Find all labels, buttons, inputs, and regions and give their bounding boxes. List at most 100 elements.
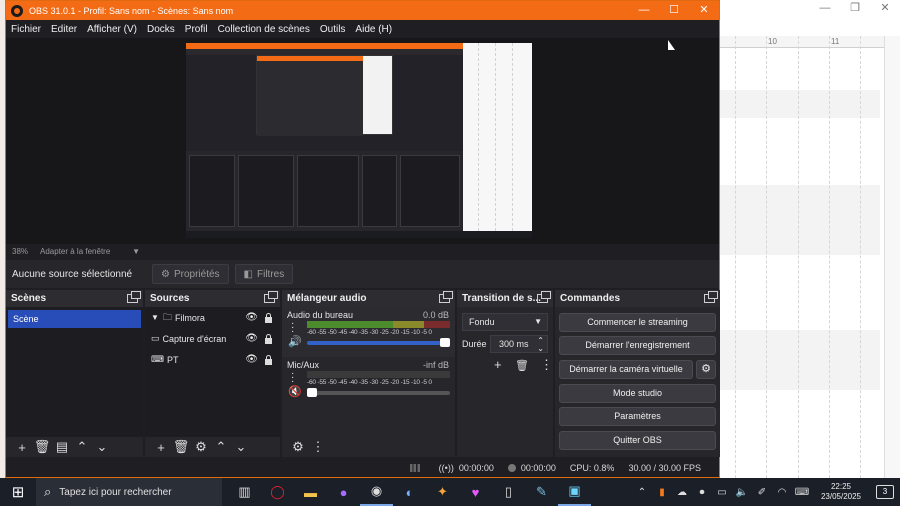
properties-button[interactable]: ⚙ Propriétés bbox=[152, 264, 229, 284]
close-icon[interactable]: ✕ bbox=[870, 0, 900, 18]
visibility-eye-icon[interactable]: 👁 bbox=[245, 333, 258, 344]
advanced-audio-gear-icon[interactable]: ⚙ bbox=[288, 439, 308, 455]
undock-icon[interactable] bbox=[264, 291, 278, 303]
muted-speaker-icon[interactable]: 🔇 bbox=[288, 385, 302, 398]
minimize-icon[interactable]: — bbox=[629, 1, 659, 20]
game-icon[interactable]: ✦ bbox=[426, 478, 459, 506]
preview-area[interactable] bbox=[6, 38, 719, 244]
tray-app-icon[interactable]: ▮ bbox=[652, 487, 672, 498]
fit-mode-select[interactable]: Adapter à la fenêtre ▼ bbox=[40, 247, 140, 256]
menu-scene-collection[interactable]: Collection de scènes bbox=[218, 24, 310, 35]
filmora-icon[interactable]: ▣ bbox=[558, 478, 591, 506]
visibility-eye-icon[interactable]: 👁 bbox=[245, 354, 258, 365]
tray-onedrive-icon[interactable]: ☁ bbox=[672, 487, 692, 498]
studio-mode-button[interactable]: Mode studio bbox=[559, 384, 716, 403]
move-up-icon[interactable]: ⌃ bbox=[211, 439, 231, 455]
start-streaming-button[interactable]: Commencer le streaming bbox=[559, 313, 716, 332]
menu-outils[interactable]: Outils bbox=[320, 24, 346, 35]
tray-chevron-up-icon[interactable]: ⌃ bbox=[632, 487, 652, 498]
background-spreadsheet-window[interactable]: — ❐ ✕ 10 11 bbox=[720, 0, 900, 478]
restore-icon[interactable]: ❐ bbox=[840, 0, 870, 18]
move-up-icon[interactable]: ⌃ bbox=[72, 439, 92, 455]
audio-mixer-dock: Mélangeur audio Audio du bureau 0.0 dB ·… bbox=[282, 290, 455, 457]
mixer-menu-icon[interactable]: ⋮ bbox=[308, 439, 328, 455]
source-toolbar: Aucune source sélectionné ⚙ Propriétés ◧… bbox=[6, 260, 719, 288]
obs-title-bar[interactable]: OBS 31.0.1 - Profil: Sans nom - Scènes: … bbox=[6, 1, 719, 20]
source-item-screen-capture[interactable]: ▭ Capture d'écran 👁 bbox=[145, 328, 280, 349]
volume-fader-handle[interactable] bbox=[440, 338, 450, 347]
settings-button[interactable]: Paramètres bbox=[559, 407, 716, 426]
tray-battery-icon[interactable]: ▭ bbox=[712, 487, 732, 498]
menu-afficher[interactable]: Afficher (V) bbox=[87, 24, 137, 35]
transition-menu-icon[interactable]: ⋮ bbox=[540, 357, 553, 373]
undock-icon[interactable] bbox=[704, 291, 718, 303]
volume-fader[interactable] bbox=[307, 391, 450, 395]
file-explorer-icon[interactable]: ▬ bbox=[294, 478, 327, 506]
duration-input[interactable]: 300 ms ⌃ ⌄ bbox=[490, 335, 548, 353]
scene-item[interactable]: Scène bbox=[8, 310, 141, 328]
tray-wifi-icon[interactable]: ◠ bbox=[772, 487, 792, 498]
menu-profil[interactable]: Profil bbox=[185, 24, 208, 35]
volume-fader-handle[interactable] bbox=[307, 388, 317, 397]
source-item-pt[interactable]: ⌨ PT 👁 bbox=[145, 349, 280, 370]
add-source-icon[interactable]: + bbox=[151, 440, 171, 455]
tray-keyboard-icon[interactable]: ⌨ bbox=[792, 487, 812, 498]
add-transition-icon[interactable]: + bbox=[494, 357, 502, 372]
start-virtual-camera-button[interactable]: Démarrer la caméra virtuelle bbox=[559, 360, 693, 379]
menu-docks[interactable]: Docks bbox=[147, 24, 175, 35]
messenger-icon[interactable]: ● bbox=[327, 478, 360, 506]
channel-menu-icon[interactable]: · · · bbox=[291, 319, 294, 337]
maximize-icon[interactable]: ☐ bbox=[659, 1, 689, 20]
lock-icon[interactable] bbox=[265, 313, 272, 323]
delete-source-icon[interactable]: 🗑 bbox=[171, 439, 191, 455]
move-down-icon[interactable]: ⌄ bbox=[231, 439, 251, 455]
delete-scene-icon[interactable]: 🗑 bbox=[32, 439, 52, 455]
volume-fader[interactable] bbox=[307, 341, 450, 345]
sheet-vertical-scrollbar[interactable] bbox=[884, 36, 900, 478]
add-scene-icon[interactable]: + bbox=[12, 440, 32, 455]
undock-icon[interactable] bbox=[439, 291, 453, 303]
virtual-camera-gear-icon[interactable]: ⚙ bbox=[696, 360, 716, 379]
steam-icon[interactable]: ◐ bbox=[393, 478, 426, 506]
lock-icon[interactable] bbox=[265, 355, 272, 365]
source-settings-gear-icon[interactable]: ⚙ bbox=[191, 439, 211, 455]
minimize-icon[interactable]: — bbox=[810, 0, 840, 18]
opera-icon[interactable]: ◯ bbox=[261, 478, 294, 506]
menu-editer[interactable]: Editer bbox=[51, 24, 77, 35]
menu-fichier[interactable]: Fichier bbox=[11, 24, 41, 35]
quit-obs-button[interactable]: Quitter OBS bbox=[559, 431, 716, 450]
heart-app-icon[interactable]: ♥ bbox=[459, 478, 492, 506]
notification-center-icon[interactable]: 3 bbox=[876, 485, 894, 499]
obs-taskbar-icon[interactable]: ◉ bbox=[360, 478, 393, 506]
undock-icon[interactable] bbox=[127, 291, 141, 303]
undock-icon[interactable] bbox=[537, 291, 551, 303]
paint-icon[interactable]: ✎ bbox=[525, 478, 558, 506]
task-view-icon[interactable]: ▥ bbox=[228, 478, 261, 506]
visibility-eye-icon[interactable]: 👁 bbox=[245, 312, 258, 323]
obs-window[interactable]: OBS 31.0.1 - Profil: Sans nom - Scènes: … bbox=[5, 0, 720, 478]
speaker-icon[interactable]: 🔊 bbox=[288, 335, 302, 348]
tray-mic-icon[interactable]: ⏺ bbox=[692, 487, 712, 498]
taskbar-clock[interactable]: 22:25 23/05/2025 bbox=[812, 482, 870, 502]
tray-pen-icon[interactable]: ✐ bbox=[752, 487, 772, 498]
windows-start-icon[interactable]: ⊞ bbox=[0, 483, 36, 501]
menu-aide[interactable]: Aide (H) bbox=[355, 24, 392, 35]
expand-chevron-icon[interactable]: ▼ bbox=[151, 313, 159, 322]
filter-icon: ◧ bbox=[243, 268, 253, 280]
move-down-icon[interactable]: ⌄ bbox=[92, 439, 112, 455]
taskbar-search-box[interactable]: ⌕ Tapez ici pour rechercher bbox=[36, 478, 222, 506]
delete-transition-icon[interactable]: 🗑 bbox=[515, 359, 529, 372]
channel-menu-icon[interactable]: · · · bbox=[291, 369, 294, 387]
tray-volume-icon[interactable]: 🔈 bbox=[732, 487, 752, 498]
close-icon[interactable]: ✕ bbox=[689, 1, 719, 20]
preview-canvas[interactable] bbox=[186, 43, 532, 238]
lock-icon[interactable] bbox=[265, 334, 272, 344]
record-status: 00:00:00 bbox=[507, 463, 556, 473]
transition-type-select[interactable]: Fondu ▼ bbox=[462, 313, 548, 331]
source-item-filmora[interactable]: ▼ 🗀 Filmora 👁 bbox=[145, 307, 280, 328]
filters-button[interactable]: ◧ Filtres bbox=[234, 264, 294, 284]
document-icon[interactable]: ▯ bbox=[492, 478, 525, 506]
scene-filters-icon[interactable]: ▤ bbox=[52, 439, 72, 455]
start-recording-button[interactable]: Démarrer l'enregistrement bbox=[559, 336, 716, 355]
spin-down-icon[interactable]: ⌄ bbox=[537, 341, 544, 357]
